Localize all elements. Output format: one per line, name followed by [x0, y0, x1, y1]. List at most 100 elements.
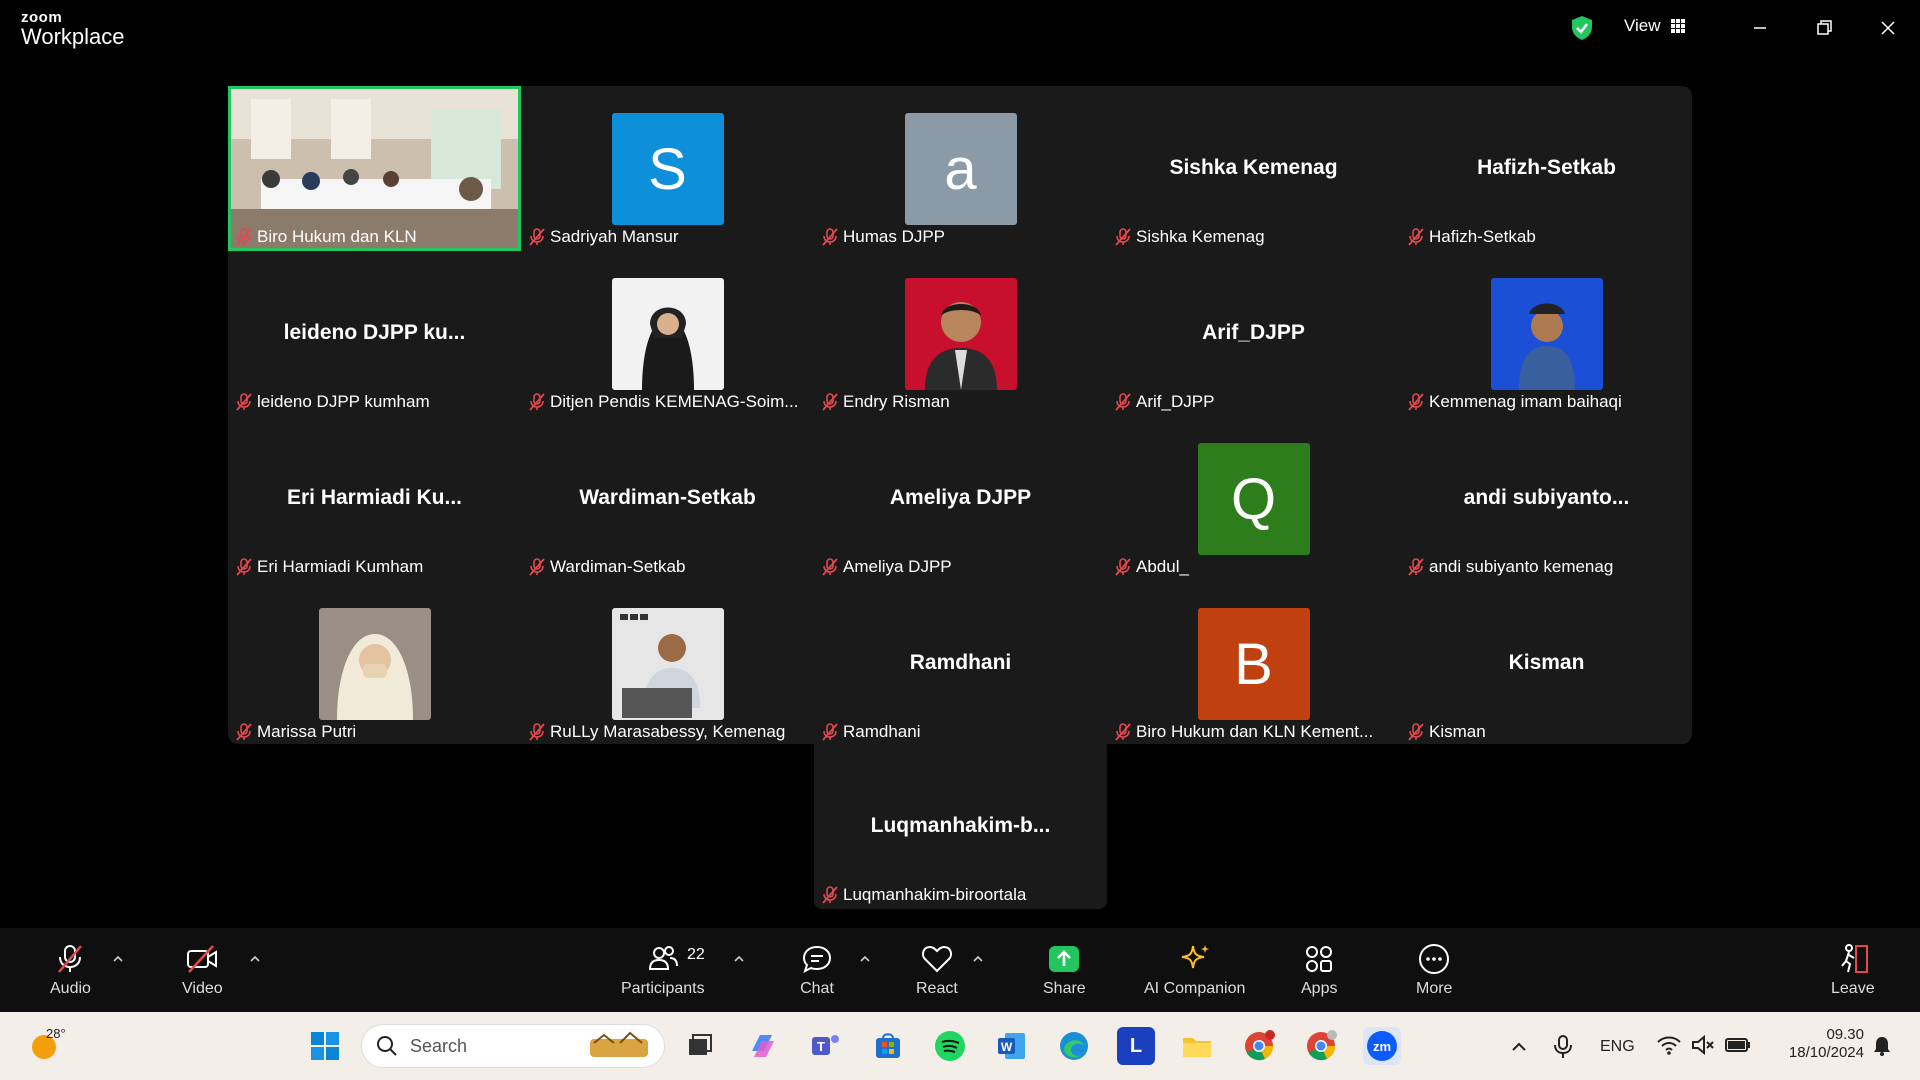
microphone-tray-icon[interactable]: [1552, 1034, 1574, 1060]
weather-widget[interactable]: 28°: [30, 1026, 66, 1067]
gallery-view: Biro Hukum dan KLN S Sadriyah Mansur a Humas…: [228, 86, 1692, 744]
minimize-button[interactable]: [1746, 14, 1774, 42]
participant-tile[interactable]: Ditjen Pendis KEMENAG-Soim...: [521, 251, 814, 416]
avatar-initial: a: [944, 136, 977, 202]
more-label: More: [1416, 980, 1453, 997]
teams-icon[interactable]: T: [806, 1027, 844, 1065]
participant-tile[interactable]: Arif_DJPP Arif_DJPP: [1107, 251, 1400, 416]
participant-tile[interactable]: Hafizh-Setkab Hafizh-Setkab: [1400, 86, 1693, 251]
task-view-icon[interactable]: [681, 1027, 719, 1065]
participant-label: Kemmenag imam baihaqi: [1408, 392, 1622, 412]
muted-mic-icon: [822, 228, 838, 246]
audio-button[interactable]: Audio: [50, 942, 91, 998]
zoom-taskbar-icon[interactable]: zm: [1363, 1027, 1401, 1065]
video-options-chevron-icon[interactable]: [248, 952, 262, 966]
muted-mic-icon: [529, 558, 545, 576]
notification-bell-icon[interactable]: [1870, 1034, 1894, 1058]
participant-tile[interactable]: B Biro Hukum dan KLN Kement...: [1107, 581, 1400, 746]
edge-icon[interactable]: [1055, 1027, 1093, 1065]
muted-mic-icon: [1115, 723, 1131, 741]
chat-label: Chat: [800, 980, 834, 997]
participant-label: Sadriyah Mansur: [529, 227, 679, 247]
encryption-shield-icon[interactable]: [1570, 15, 1594, 41]
participant-tile[interactable]: a Humas DJPP: [814, 86, 1107, 251]
participants-options-chevron-icon[interactable]: [732, 952, 746, 966]
participant-tile[interactable]: RuLLy Marasabessy, Kemenag: [521, 581, 814, 746]
participant-tile[interactable]: leideno DJPP ku... leideno DJPP kumham: [228, 251, 521, 416]
muted-mic-icon: [58, 945, 83, 973]
muted-mic-icon: [529, 228, 545, 246]
language-indicator[interactable]: ENG: [1600, 1038, 1635, 1056]
video-button[interactable]: Video: [182, 942, 223, 998]
search-icon: [377, 1036, 397, 1056]
audio-options-chevron-icon[interactable]: [111, 952, 125, 966]
participant-tile[interactable]: Kemmenag imam baihaqi: [1400, 251, 1693, 416]
participant-display-name: Ameliya DJPP: [889, 486, 1032, 509]
muted-mic-icon: [822, 886, 838, 904]
wifi-icon[interactable]: [1656, 1034, 1682, 1056]
participant-label: Sishka Kemenag: [1115, 227, 1265, 247]
search-placeholder: Search: [410, 1035, 468, 1056]
copilot-icon[interactable]: [744, 1027, 782, 1065]
share-button[interactable]: Share: [1043, 942, 1086, 998]
avatar: S: [611, 113, 724, 225]
restore-button[interactable]: [1810, 14, 1838, 42]
participant-label: Ramdhani: [822, 722, 921, 742]
participant-display-name: Arif_DJPP: [1202, 321, 1305, 344]
file-explorer-icon[interactable]: [1178, 1027, 1216, 1065]
brand-line1: zoom: [21, 9, 63, 26]
more-button[interactable]: More: [1416, 942, 1452, 998]
participant-tile[interactable]: Ameliya DJPP Ameliya DJPP: [814, 416, 1107, 581]
muted-mic-icon: [529, 723, 545, 741]
spotify-icon[interactable]: [931, 1027, 969, 1065]
chrome-icon[interactable]: [1240, 1027, 1278, 1065]
participant-tile[interactable]: Kisman Kisman: [1400, 581, 1693, 746]
start-button[interactable]: [306, 1027, 344, 1065]
view-label: View: [1624, 16, 1661, 35]
muted-mic-icon: [1408, 558, 1424, 576]
participant-label: andi subiyanto kemenag: [1408, 557, 1613, 577]
participant-tile[interactable]: Eri Harmiadi Ku... Eri Harmiadi Kumham: [228, 416, 521, 581]
participant-tile[interactable]: Sishka Kemenag Sishka Kemenag: [1107, 86, 1400, 251]
battery-icon[interactable]: [1724, 1034, 1752, 1056]
search-highlight-icon: [590, 1031, 648, 1057]
participant-label-text: Sishka Kemenag: [1136, 227, 1265, 246]
react-options-chevron-icon[interactable]: [971, 952, 985, 966]
close-button[interactable]: [1874, 14, 1902, 42]
chat-button[interactable]: Chat: [800, 942, 834, 998]
participant-tile[interactable]: S Sadriyah Mansur: [521, 86, 814, 251]
video-off-icon: [187, 945, 218, 973]
view-button[interactable]: View: [1624, 16, 1685, 36]
participant-tile[interactable]: Ramdhani Ramdhani: [814, 581, 1107, 746]
l-app-icon[interactable]: L: [1117, 1027, 1155, 1065]
chat-options-chevron-icon[interactable]: [858, 952, 872, 966]
participant-tile[interactable]: andi subiyanto... andi subiyanto kemenag: [1400, 416, 1693, 581]
ai-companion-button[interactable]: AI Companion: [1144, 942, 1245, 998]
audio-label: Audio: [50, 980, 91, 997]
react-label: React: [916, 980, 958, 997]
word-icon[interactable]: W: [993, 1027, 1031, 1065]
chrome-profile-icon[interactable]: [1302, 1027, 1340, 1065]
participant-tile[interactable]: Endry Risman: [814, 251, 1107, 416]
speaker-muted-icon[interactable]: [1690, 1034, 1716, 1056]
profile-photo: [1490, 278, 1603, 390]
microsoft-store-icon[interactable]: [869, 1027, 907, 1065]
avatar: B: [1197, 608, 1310, 720]
participant-tile[interactable]: Q Abdul_: [1107, 416, 1400, 581]
participant-tile[interactable]: Biro Hukum dan KLN: [228, 86, 521, 251]
participant-tile[interactable]: Marissa Putri: [228, 581, 521, 746]
leave-button[interactable]: Leave: [1831, 942, 1875, 998]
react-button[interactable]: React: [916, 942, 958, 998]
participant-label-text: Biro Hukum dan KLN: [257, 227, 417, 246]
tray-chevron-up-icon[interactable]: [1508, 1036, 1530, 1058]
muted-mic-icon: [1408, 228, 1424, 246]
taskbar-search-box[interactable]: Search: [361, 1024, 665, 1068]
apps-button[interactable]: Apps: [1301, 942, 1337, 998]
participant-tile[interactable]: Luqmanhakim-b... Luqmanhakim-biroortala: [814, 744, 1107, 909]
avatar-initial: S: [648, 136, 687, 202]
participant-display-name: andi subiyanto...: [1463, 486, 1630, 509]
participant-tile[interactable]: Wardiman-Setkab Wardiman-Setkab: [521, 416, 814, 581]
participant-display-name: Luqmanhakim-b...: [870, 814, 1051, 837]
system-clock[interactable]: 09.30 18/10/2024: [1780, 1026, 1864, 1062]
svg-text:zm: zm: [1373, 1039, 1391, 1054]
